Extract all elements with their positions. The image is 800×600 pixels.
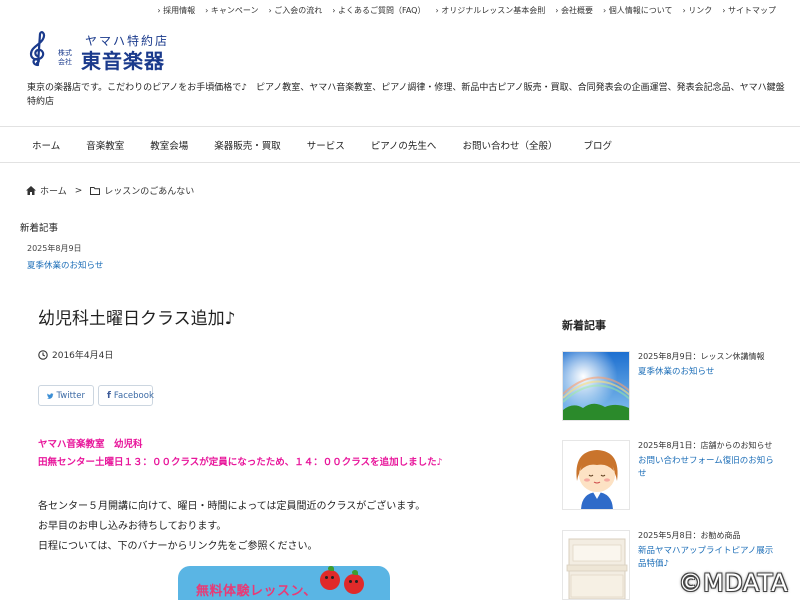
share-twitter-label: Twitter [56,390,86,401]
share-buttons: Twitter f Facebook [38,385,154,406]
nav-contact[interactable]: お問い合わせ（全般） [462,138,557,152]
post-body-line-3: 日程については、下のバナーからリンク先をご参照ください。 [38,541,318,552]
utility-link-recruit[interactable]: 採用情報 [157,5,195,16]
breadcrumb-category[interactable]: レッスンのごあんない [104,184,194,197]
post-body: 各センター５月開講に向けて、曜日・時間によっては定員間近のクラスがございます。 … [38,497,425,557]
sky-rainbow-thumbnail [562,351,630,421]
sidebar-post-link[interactable]: 新品ヤマハアップライトピアノ展示品特価♪ [638,545,774,571]
home-icon [26,186,36,195]
twitter-icon [47,392,54,399]
sidebar-post-link[interactable]: 夏季休業のお知らせ [638,366,774,379]
nav-blog[interactable]: ブログ [583,138,612,152]
facebook-icon: f [107,390,111,401]
breadcrumb-home[interactable]: ホーム [40,184,67,197]
sidebar-heading: 新着記事 [562,319,606,332]
nav-services[interactable]: サービス [307,138,345,152]
share-facebook-button[interactable]: f Facebook [98,385,154,406]
sidebar-post-link[interactable]: お問い合わせフォーム復旧のお知らせ [638,455,774,481]
banner-text: 無料体験レッスン、 [196,584,317,599]
free-trial-banner[interactable]: 無料体験レッスン、 [178,566,390,600]
copyright-watermark: ©MDATA [678,569,788,597]
recent-posts-heading: 新着記事 [20,223,59,234]
nav-instrument-sales[interactable]: 楽器販売・買取 [214,138,281,152]
site-logo[interactable]: ヤマハ特約店 株式 会社 東音楽器 [27,30,197,73]
logo-company-name: 東音楽器 [81,49,165,73]
logo-company-type: 株式 会社 [58,49,72,66]
post-body-line-2: お早目のお申し込みお待ちしております。 [38,521,227,532]
utility-link-campaign[interactable]: キャンペーン [205,5,259,16]
main-nav: ホーム 音楽教室 教室会場 楽器販売・買取 サービス ピアノの先生へ お問い合わ… [0,126,800,163]
post-date-text: 2016年4月4日 [52,351,114,361]
recent-post-date: 2025年8月9日 [27,244,82,253]
folder-icon [90,186,101,195]
sidebar-post-meta: 2025年8月1日：店舗からのお知らせ [638,441,773,450]
utility-link-company[interactable]: 会社概要 [555,5,593,16]
share-twitter-button[interactable]: Twitter [38,385,94,406]
share-facebook-label: Facebook [113,390,154,401]
utility-link-faq[interactable]: よくあるご質問（FAQ） [332,5,426,16]
utility-link-join-flow[interactable]: ご入会の流れ [268,5,322,16]
upright-piano-thumbnail [562,530,630,600]
breadcrumb-separator: > [74,185,83,196]
apple-character-icon [344,570,364,594]
post-date: 2016年4月4日 [38,348,113,361]
treble-clef-icon [29,31,46,67]
recent-posts-top: 新着記事 2025年8月9日 夏季休業のお知らせ [20,220,103,271]
post-highlight-line-1: ヤマハ音楽教室 幼児科 [38,439,143,450]
utility-link-privacy[interactable]: 個人情報について [603,5,673,16]
nav-for-teachers[interactable]: ピアノの先生へ [371,138,437,152]
site-tagline: 東京の楽器店です。こだわりのピアノをお手頃価格で♪ ピアノ教室、ヤマハ音楽教室、… [27,83,785,107]
post-body-line-1: 各センター５月開講に向けて、曜日・時間によっては定員間近のクラスがございます。 [38,501,426,512]
breadcrumb: ホーム > レッスンのごあんない [26,184,194,197]
utility-nav: 採用情報 キャンペーン ご入会の流れ よくあるご質問（FAQ） オリジナルレッス… [157,5,776,16]
sidebar-post-meta: 2025年5月8日：お勧め商品 [638,531,741,540]
sidebar-post-meta: 2025年8月9日：レッスン休講情報 [638,352,765,361]
utility-link-links[interactable]: リンク [683,5,712,16]
utility-link-rules[interactable]: オリジナルレッスン基本会則 [435,5,545,16]
recent-post-link[interactable]: 夏季休業のお知らせ [27,259,103,271]
clock-icon [38,349,48,360]
nav-home[interactable]: ホーム [32,138,60,152]
post-highlight: ヤマハ音楽教室 幼児科 田無センター土曜日１３：００クラスが定員になったため、１… [38,436,443,472]
nav-music-school[interactable]: 音楽教室 [86,138,124,152]
post-title: 幼児科土曜日クラス追加♪ [38,309,236,329]
nav-venues[interactable]: 教室会場 [150,138,188,152]
girl-illustration-thumbnail [562,440,630,510]
post-highlight-line-2: 田無センター土曜日１３：００クラスが定員になったため、１４：００クラスを追加しま… [38,457,443,468]
utility-link-sitemap[interactable]: サイトマップ [722,5,776,16]
apple-character-icon [320,566,340,590]
